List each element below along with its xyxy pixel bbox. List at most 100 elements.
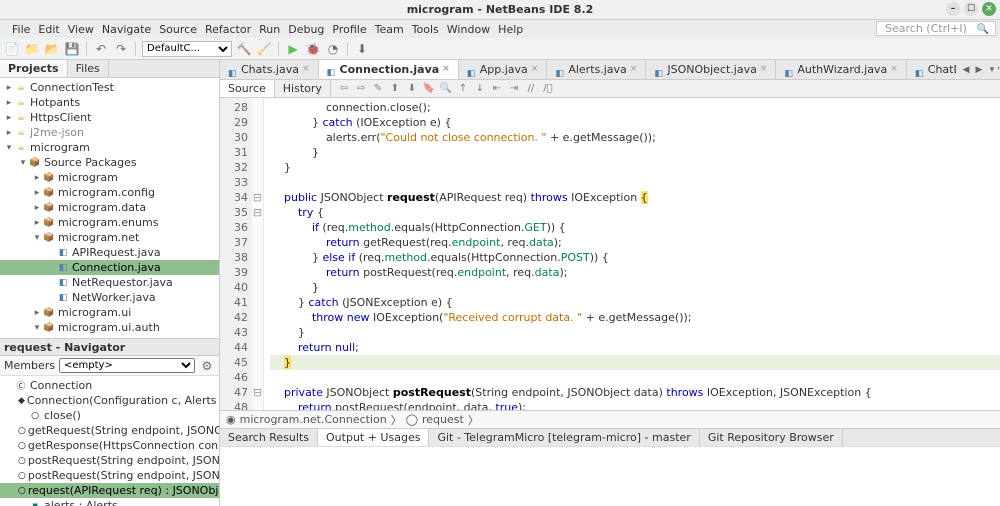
tree-item[interactable]: ▾📦microgram.ui.auth xyxy=(0,320,219,335)
navigator-filter-select[interactable]: <empty> xyxy=(59,358,195,373)
profile-icon[interactable]: ◔ xyxy=(325,41,341,57)
uncomment-icon[interactable]: /⃠ xyxy=(541,82,555,96)
editor-tab[interactable]: ◧AuthWizard.java× xyxy=(776,60,906,79)
toggle-bookmark-icon[interactable]: 🔖 xyxy=(422,82,436,96)
find-selection-icon[interactable]: 🔍 xyxy=(439,82,453,96)
tab-scroll-right-icon[interactable]: ▶ xyxy=(973,65,985,75)
open-icon[interactable]: 📂 xyxy=(44,41,60,57)
clean-build-icon[interactable]: 🧹 xyxy=(256,41,272,57)
tree-item[interactable]: ▸☕ConnectionTest xyxy=(0,80,219,95)
tree-item[interactable]: ◧NetWorker.java xyxy=(0,290,219,305)
new-file-icon[interactable]: 📄 xyxy=(4,41,20,57)
tree-item[interactable]: ▸☕Hotpants xyxy=(0,95,219,110)
editor-tab[interactable]: ◧Connection.java× xyxy=(319,60,459,80)
maximize-button[interactable]: ☐ xyxy=(964,2,978,16)
close-tab-icon[interactable]: × xyxy=(890,60,898,79)
tab-list-icon[interactable]: ▾ xyxy=(986,65,998,75)
editor-tab[interactable]: ◧JSONObject.java× xyxy=(646,60,776,79)
output-tab[interactable]: Git Repository Browser xyxy=(700,429,843,446)
minimize-button[interactable]: – xyxy=(946,2,960,16)
tree-item[interactable]: ▸📦microgram.ui xyxy=(0,305,219,320)
run-icon[interactable]: ▶ xyxy=(285,41,301,57)
output-tab[interactable]: Output + Usages xyxy=(318,429,429,446)
tree-item[interactable]: ◧Connection.java xyxy=(0,260,219,275)
bookmark-prev-icon[interactable]: ⬆ xyxy=(388,82,402,96)
close-tab-icon[interactable]: × xyxy=(630,60,638,79)
sub-tab-source[interactable]: Source xyxy=(220,80,275,97)
menu-debug[interactable]: Debug xyxy=(284,23,328,36)
redo-icon[interactable]: ↷ xyxy=(113,41,129,57)
tree-item[interactable]: ▸📦microgram.data xyxy=(0,200,219,215)
output-tab[interactable]: Search Results xyxy=(220,429,318,446)
tab-projects[interactable]: Projects xyxy=(0,60,68,77)
menu-edit[interactable]: Edit xyxy=(34,23,63,36)
output-tab[interactable]: Git - TelegramMicro [telegram-micro] - m… xyxy=(429,429,699,446)
menu-refactor[interactable]: Refactor xyxy=(201,23,255,36)
tree-item[interactable]: ▸📦microgram.enums xyxy=(0,215,219,230)
close-tab-icon[interactable]: × xyxy=(302,60,310,79)
shift-right-icon[interactable]: ⇥ xyxy=(507,82,521,96)
tree-item[interactable]: ○request(APIRequest req) : JSONObject xyxy=(0,483,219,498)
tree-item[interactable]: ▸☕HttpsClient xyxy=(0,110,219,125)
tree-item[interactable]: ○postRequest(String endpoint, JSONObject… xyxy=(0,468,219,483)
menu-source[interactable]: Source xyxy=(155,23,201,36)
menu-run[interactable]: Run xyxy=(255,23,284,36)
navigator-tree[interactable]: ⒸConnection◆Connection(Configuration c, … xyxy=(0,376,219,506)
navigator-settings-icon[interactable]: ⚙ xyxy=(199,358,215,374)
comment-icon[interactable]: // xyxy=(524,82,538,96)
menu-team[interactable]: Team xyxy=(371,23,408,36)
tree-item[interactable]: ▾📦Source Packages xyxy=(0,155,219,170)
code-editor[interactable]: 2829303132333435363738394041424344454647… xyxy=(220,98,1000,410)
close-tab-icon[interactable]: × xyxy=(531,60,539,79)
tree-item[interactable]: ▪alerts : Alerts xyxy=(0,498,219,506)
editor-tab[interactable]: ◧App.java× xyxy=(459,60,548,79)
bookmark-next-icon[interactable]: ⬇ xyxy=(405,82,419,96)
tree-item[interactable]: ○getRequest(String endpoint, JSONObject … xyxy=(0,423,219,438)
close-button[interactable]: ✕ xyxy=(982,2,996,16)
build-icon[interactable]: 🔨 xyxy=(236,41,252,57)
tree-item[interactable]: ▾📦microgram.net xyxy=(0,230,219,245)
save-all-icon[interactable]: 💾 xyxy=(64,41,80,57)
undo-icon[interactable]: ↶ xyxy=(93,41,109,57)
git-pull-icon[interactable]: ⬇ xyxy=(354,41,370,57)
menu-help[interactable]: Help xyxy=(494,23,527,36)
tab-scroll-left-icon[interactable]: ◀ xyxy=(960,65,972,75)
tree-item[interactable]: ▾☕microgram xyxy=(0,140,219,155)
menu-view[interactable]: View xyxy=(64,23,98,36)
menu-profile[interactable]: Profile xyxy=(328,23,370,36)
nav-fwd-icon[interactable]: ⇨ xyxy=(354,82,368,96)
menu-file[interactable]: File xyxy=(8,23,34,36)
debug-icon[interactable]: 🐞 xyxy=(305,41,321,57)
tab-files[interactable]: Files xyxy=(68,60,109,77)
menu-window[interactable]: Window xyxy=(443,23,494,36)
menu-tools[interactable]: Tools xyxy=(408,23,443,36)
tree-item[interactable]: ▸📦microgram.config xyxy=(0,185,219,200)
breadcrumb[interactable]: ◉ microgram.net.Connection 〉 ◯ request 〉 xyxy=(220,410,1000,428)
tree-item[interactable]: ○getResponse(HttpsConnection con) : Stri… xyxy=(0,438,219,453)
menu-navigate[interactable]: Navigate xyxy=(98,23,155,36)
tree-item[interactable]: ▸📦microgram xyxy=(0,170,219,185)
tree-item[interactable]: ○postRequest(String endpoint, JSONObject… xyxy=(0,453,219,468)
editor-tab[interactable]: ◧Alerts.java× xyxy=(547,60,646,79)
nav-back-icon[interactable]: ⇦ xyxy=(337,82,351,96)
fold-strip[interactable]: ⊟⊟ ⊟ ⊟ ⊟ xyxy=(252,98,264,410)
output-area[interactable] xyxy=(220,446,1000,506)
config-select[interactable]: DefaultC... xyxy=(142,41,232,57)
editor-tab[interactable]: ◧Chats.java× xyxy=(220,60,319,79)
sub-tab-history[interactable]: History xyxy=(275,80,331,97)
tree-item[interactable]: ○close() xyxy=(0,408,219,423)
last-edit-icon[interactable]: ✎ xyxy=(371,82,385,96)
next-occurrence-icon[interactable]: ↓ xyxy=(473,82,487,96)
tree-item[interactable]: ◧APIRequest.java xyxy=(0,245,219,260)
close-tab-icon[interactable]: × xyxy=(442,60,450,79)
tree-item[interactable]: ◆Connection(Configuration c, Alerts a) xyxy=(0,393,219,408)
shift-left-icon[interactable]: ⇤ xyxy=(490,82,504,96)
tree-item[interactable]: ▸☕j2me-json xyxy=(0,125,219,140)
close-tab-icon[interactable]: × xyxy=(760,60,768,79)
new-project-icon[interactable]: 📁 xyxy=(24,41,40,57)
search-input[interactable]: Search (Ctrl+I) 🔍 xyxy=(876,21,996,36)
tree-item[interactable]: ◧NetRequestor.java xyxy=(0,275,219,290)
tree-item[interactable]: ⒸConnection xyxy=(0,378,219,393)
prev-occurrence-icon[interactable]: ↑ xyxy=(456,82,470,96)
projects-tree[interactable]: ▸☕ConnectionTest▸☕Hotpants▸☕HttpsClient▸… xyxy=(0,78,219,338)
